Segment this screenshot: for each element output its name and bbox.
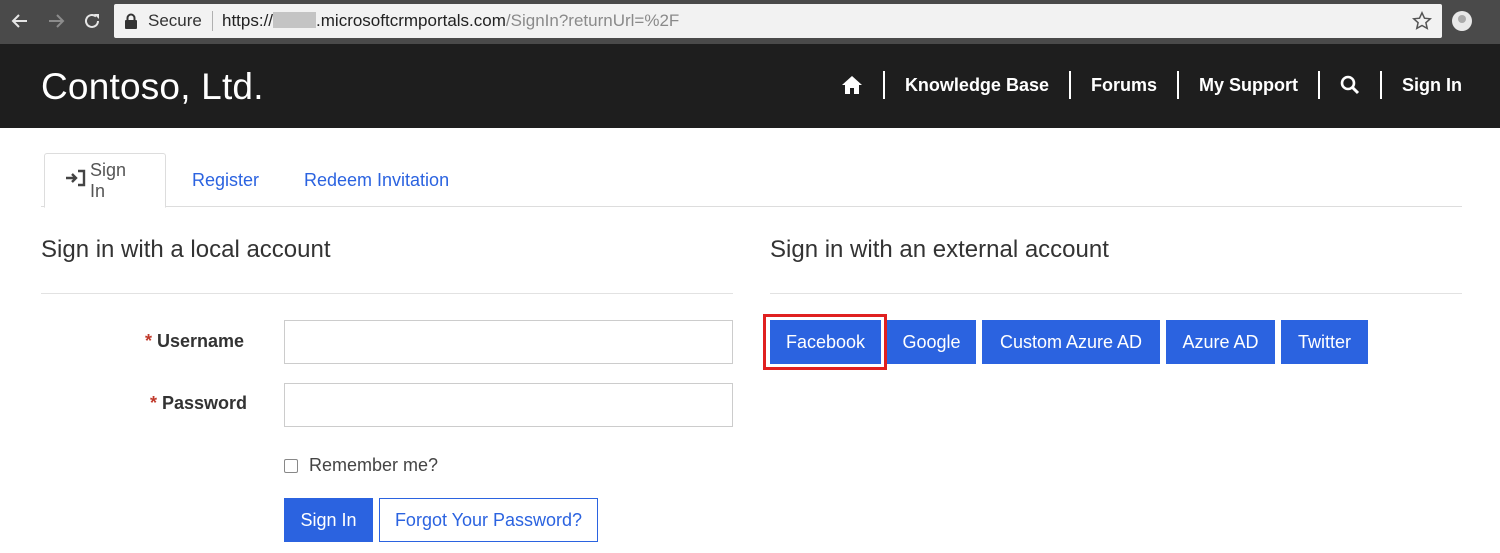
tab-register[interactable]: Register	[172, 153, 279, 207]
remember-me-checkbox[interactable]	[284, 458, 298, 473]
local-divider	[41, 293, 733, 294]
signin-tabs: Sign In Register Redeem Invitation	[41, 153, 1462, 208]
external-divider	[770, 293, 1462, 294]
secure-label: Secure	[148, 11, 202, 30]
username-input[interactable]	[284, 320, 733, 364]
nav-knowledge-base[interactable]: Knowledge Base	[885, 70, 1069, 100]
password-label: * Password	[150, 393, 247, 414]
remember-me[interactable]: Remember me?	[284, 455, 438, 476]
azure-ad-button[interactable]: Azure AD	[1166, 320, 1275, 364]
profile-avatar-icon[interactable]	[1452, 11, 1472, 31]
tab-redeem-invitation[interactable]: Redeem Invitation	[284, 153, 469, 207]
search-icon[interactable]	[1320, 70, 1380, 100]
brand-logo[interactable]: Contoso, Ltd.	[41, 66, 264, 108]
remember-me-label: Remember me?	[309, 455, 439, 475]
star-icon[interactable]	[1411, 11, 1433, 36]
username-label-text: Username	[157, 331, 245, 351]
external-account-title: Sign in with an external account	[770, 236, 1109, 263]
nav-sign-in[interactable]: Sign In	[1382, 70, 1462, 100]
tab-sign-in[interactable]: Sign In	[44, 153, 166, 208]
tab-sign-in-label: Sign In	[90, 159, 127, 201]
local-account-title: Sign in with a local account	[41, 236, 331, 263]
reload-icon[interactable]	[80, 9, 104, 33]
password-label-text: Password	[162, 393, 248, 413]
required-marker: *	[145, 331, 153, 351]
sign-in-button[interactable]: Sign In	[284, 498, 373, 542]
twitter-button[interactable]: Twitter	[1281, 320, 1368, 364]
url-domain: .microsoftcrmportals.com	[316, 11, 506, 30]
username-label: * Username	[145, 331, 244, 352]
custom-azure-ad-button[interactable]: Custom Azure AD	[982, 320, 1160, 364]
url-separator	[212, 11, 213, 31]
nav-my-support[interactable]: My Support	[1179, 70, 1318, 100]
lock-icon	[124, 13, 138, 34]
address-bar[interactable]: Secure https:// .microsoftcrmportals.com/…	[114, 4, 1442, 38]
nav-forums[interactable]: Forums	[1071, 70, 1177, 100]
home-icon[interactable]	[821, 70, 883, 100]
browser-toolbar: Secure https:// .microsoftcrmportals.com/…	[0, 0, 1500, 44]
top-navigation: Knowledge Base Forums My Support Sign In	[821, 70, 1462, 100]
back-icon[interactable]	[8, 9, 32, 33]
redacted-subdomain	[273, 12, 317, 28]
sign-in-icon	[65, 169, 87, 192]
password-input[interactable]	[284, 383, 733, 427]
url-prefix: https://	[222, 11, 274, 30]
url-text: https:// .microsoftcrmportals.com/SignIn?…	[222, 11, 679, 31]
facebook-highlight-box	[763, 314, 887, 370]
site-header: Contoso, Ltd. Knowledge Base Forums My S…	[0, 44, 1500, 128]
url-path: /SignIn?returnUrl=%2F	[505, 11, 680, 30]
google-button[interactable]: Google	[887, 320, 976, 364]
forgot-password-button[interactable]: Forgot Your Password?	[379, 498, 598, 542]
forward-icon[interactable]	[44, 9, 68, 33]
required-marker: *	[150, 393, 158, 413]
